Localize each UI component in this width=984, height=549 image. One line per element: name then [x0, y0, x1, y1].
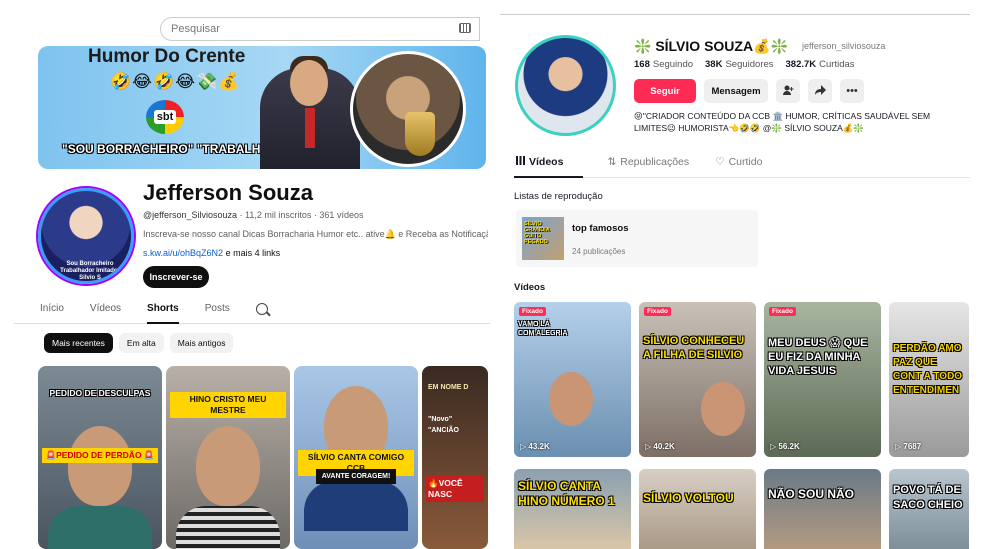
more-icon: ••• — [846, 85, 858, 97]
chip-em-alta[interactable]: Em alta — [118, 333, 164, 353]
video-card[interactable]: Fixado MEU DEUS 😱 QUE EU FIZ DA MINHA VI… — [764, 302, 881, 457]
short-card[interactable]: EM NOME D "Novo" "ANCIÃO 🔥VOCÊ NASC — [422, 366, 488, 549]
view-count: ▷ 56.2K — [770, 442, 800, 451]
pinned-badge: Fixado — [644, 307, 671, 316]
subscriber-count: 11,2 mil inscritos — [245, 210, 312, 220]
tab-reposts[interactable]: ⇅ Republicações — [605, 152, 691, 178]
tab-videos[interactable]: Vídeos — [514, 152, 584, 178]
chip-mais-recentes[interactable]: Mais recentes — [44, 333, 113, 353]
playlist-card[interactable]: SÍLVIO GRANDIA GUITO PEGADO top famosos … — [516, 210, 758, 267]
profile-bio: 😝"CRIADOR CONTEÚDO DA CCB 🏛️ HUMOR, CRÍT… — [634, 111, 931, 133]
pinned-badge: Fixado — [769, 307, 796, 316]
chip-mais-antigos[interactable]: Mais antigos — [169, 333, 234, 353]
channel-tabs: Início Vídeos Shorts Posts — [14, 300, 490, 324]
banner-presenter-image — [260, 56, 360, 169]
video-card[interactable]: POVO TÁ DE SACO CHEIO — [889, 469, 969, 549]
short-caption-secondary: 🚨PEDIDO DE PERDÃO 🚨 — [42, 448, 158, 463]
search-input[interactable]: Pesquisar — [160, 17, 480, 41]
playlists-heading: Listas de reprodução — [514, 191, 603, 202]
playlist-count: 24 publicações — [572, 247, 626, 256]
video-card[interactable]: Fixado VAMO LÁ COM ALEGRIA ▷ 43.2K — [514, 302, 631, 457]
sort-chips: Mais recentes Em alta Mais antigos — [44, 333, 234, 353]
tab-videos[interactable]: Vídeos — [90, 300, 121, 324]
stat-following[interactable]: 168 Seguindo — [634, 59, 693, 70]
short-card[interactable]: HINO CRISTO MEU MESTRE — [166, 366, 290, 549]
channel-description[interactable]: Inscreva-se nosso canal Dicas Borrachari… — [143, 229, 488, 240]
videos-heading: Vídeos — [514, 282, 546, 293]
display-name: ❇️ SÍLVIO SOUZA💰❇️ — [634, 38, 788, 54]
video-caption: SÍLVIO VOLTOU — [643, 491, 734, 505]
stat-followers[interactable]: 38K Seguidores — [705, 59, 774, 70]
more-links[interactable]: e mais 4 links — [226, 248, 281, 258]
banner-title: Humor Do Crente — [88, 46, 246, 67]
share-button[interactable] — [808, 79, 832, 103]
channel-banner: Humor Do Crente 🤣😂🤣😂💸💰 sbt "SOU BORRACHE… — [38, 46, 486, 169]
channel-name: Jefferson Souza — [143, 180, 313, 205]
follow-button[interactable]: Seguir — [634, 79, 696, 103]
short-caption: EM NOME D — [428, 384, 469, 391]
video-card[interactable]: SÍLVIO CANTA HINO NÚMERO 1 — [514, 469, 631, 549]
youtube-channel-panel: Pesquisar Humor Do Crente 🤣😂🤣😂💸💰 sbt "SO… — [0, 0, 490, 549]
video-card[interactable]: PERDÃO AMO PAZ QUE CONT A TODO ENTENDIME… — [889, 302, 969, 457]
banner-emojis: 🤣😂🤣😂💸💰 — [110, 72, 241, 91]
view-count: ▷ 7687 — [895, 442, 922, 451]
tab-inicio[interactable]: Início — [40, 300, 64, 324]
grid-icon — [516, 156, 525, 168]
video-caption: SÍLVIO CONHECEU A FILHA DE SILVIO — [643, 335, 745, 361]
view-count: ▷ 40.2K — [645, 442, 675, 451]
short-caption-secondary: AVANTE CORAGEM! — [316, 469, 396, 484]
profile-actions: Seguir Mensagem ••• — [634, 79, 864, 103]
divider — [500, 14, 970, 15]
channel-avatar[interactable]: Sou Borracheiro Trabalhador Imitador Sil… — [38, 188, 134, 284]
video-caption: MEU DEUS 😱 QUE EU FIZ DA MINHA VIDA JESU… — [768, 337, 868, 377]
video-count: 361 vídeos — [319, 210, 364, 220]
channel-meta: @jefferson_Silviosouza · 11,2 mil inscri… — [143, 210, 364, 220]
pinned-badge: Fixado — [519, 307, 546, 316]
banner-saxophone-image — [350, 51, 466, 167]
short-caption: HINO CRISTO MEU MESTRE — [170, 392, 286, 418]
video-caption: POVO TÁ DE SACO CHEIO — [893, 484, 963, 511]
video-caption: PERDÃO AMO PAZ QUE CONT A TODO ENTENDIME… — [893, 343, 963, 396]
tiktok-profile-panel: ❇️ SÍLVIO SOUZA💰❇️ jefferson_silviosouza… — [496, 0, 984, 549]
username: jefferson_silviosouza — [802, 41, 886, 51]
channel-links[interactable]: s.kw.ai/u/ohBqZ6N2 e mais 4 links — [143, 248, 280, 258]
view-count: ▷ 43.2K — [520, 442, 550, 451]
tab-posts[interactable]: Posts — [205, 300, 230, 324]
video-card[interactable]: Fixado SÍLVIO CONHECEU A FILHA DE SILVIO… — [639, 302, 756, 457]
tab-shorts[interactable]: Shorts — [147, 300, 179, 324]
playlist-thumbnail: SÍLVIO GRANDIA GUITO PEGADO — [522, 217, 564, 260]
heart-icon: ♡ — [715, 156, 725, 168]
share-icon — [814, 84, 826, 99]
search-placeholder: Pesquisar — [171, 23, 220, 35]
tab-liked[interactable]: ♡ Curtido — [713, 152, 764, 178]
channel-link[interactable]: s.kw.ai/u/ohBqZ6N2 — [143, 248, 223, 258]
stat-likes: 382.7K Curtidas — [785, 59, 855, 70]
subscribe-button[interactable]: Inscrever-se — [143, 266, 209, 288]
add-friend-button[interactable] — [776, 79, 800, 103]
repost-icon: ⇅ — [607, 156, 617, 168]
short-caption-tertiary: 🔥VOCÊ NASC — [426, 476, 484, 502]
video-card[interactable]: NÃO SOU NÃO — [764, 469, 881, 549]
video-caption: SÍLVIO CANTA HINO NÚMERO 1 — [518, 479, 615, 508]
keyboard-icon[interactable] — [459, 23, 471, 33]
sbt-logo: sbt — [146, 100, 184, 134]
video-caption: NÃO SOU NÃO — [768, 487, 855, 501]
short-card[interactable]: PEDIDO DE DESCULPAS 🚨PEDIDO DE PERDÃO 🚨 — [38, 366, 162, 549]
more-options-button[interactable]: ••• — [840, 79, 864, 103]
message-button[interactable]: Mensagem — [704, 79, 768, 103]
video-card[interactable]: SÍLVIO VOLTOU — [639, 469, 756, 549]
channel-handle: @jefferson_Silviosouza — [143, 210, 238, 220]
avatar-caption: Sou Borracheiro Trabalhador Imitador Sil… — [60, 261, 120, 281]
profile-avatar[interactable] — [515, 35, 616, 136]
playlist-title: top famosos — [572, 223, 629, 234]
search-icon[interactable] — [255, 303, 268, 315]
short-caption: PEDIDO DE DESCULPAS — [49, 388, 151, 398]
add-user-icon — [782, 84, 794, 99]
profile-stats: 168 Seguindo 38K Seguidores 382.7K Curtidas — [634, 59, 855, 70]
short-caption-secondary: "Novo" "ANCIÃO — [428, 416, 459, 434]
profile-tabs: Vídeos ⇅ Republicações ♡ Curtido — [514, 152, 970, 178]
video-caption: VAMO LÁ COM ALEGRIA — [518, 321, 568, 337]
short-card[interactable]: SÍLVIO CANTA COMIGO CCB AVANTE CORAGEM! — [294, 366, 418, 549]
